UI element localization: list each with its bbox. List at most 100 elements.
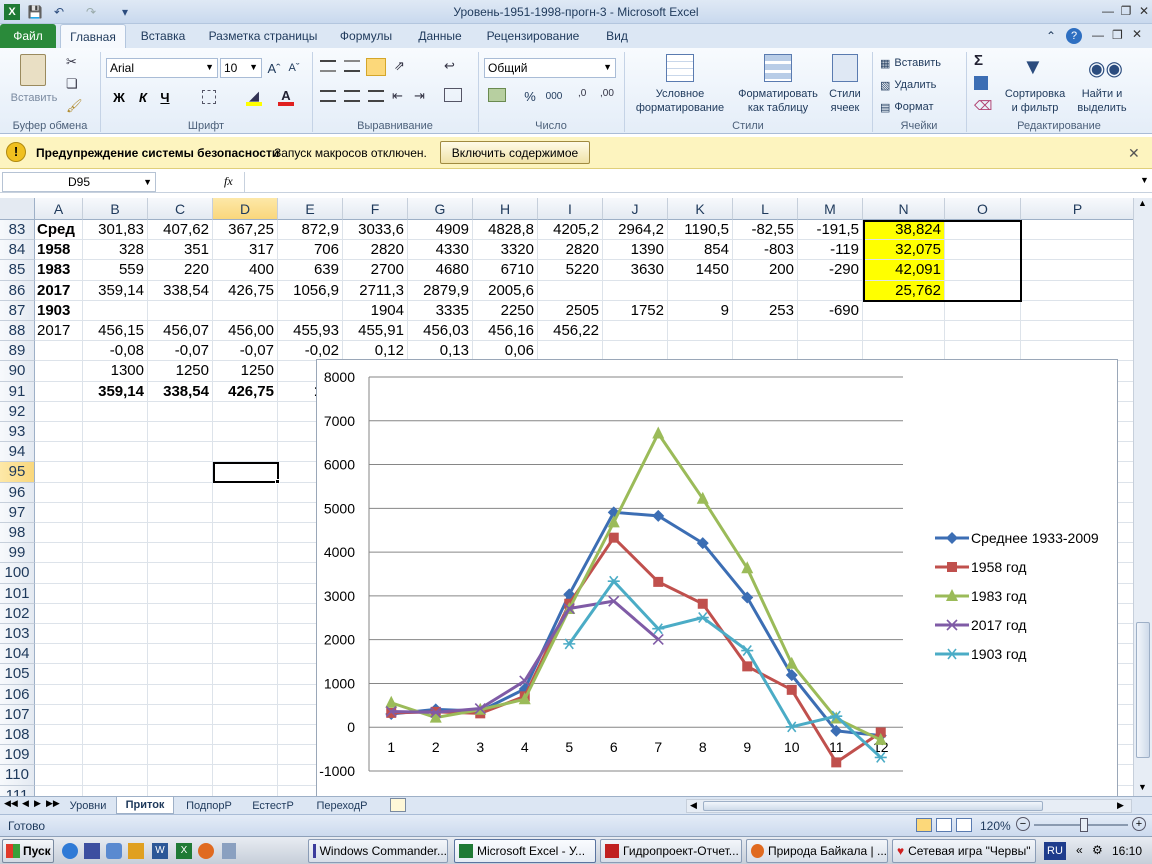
grid-cell[interactable] [213,523,278,544]
grid-cell[interactable] [213,725,278,746]
tab-file[interactable]: Файл [0,24,56,48]
grid-cell[interactable] [945,321,1021,342]
start-button[interactable]: Пуск [2,839,54,863]
grid-cell[interactable]: -290 [798,260,863,281]
grid-cell[interactable] [83,765,148,786]
align-top-icon[interactable] [320,60,336,72]
tab-insert[interactable]: Вставка [132,24,194,48]
close-warning-icon[interactable]: ✕ [1128,145,1140,162]
grid-cell[interactable] [148,704,213,725]
grid-cell[interactable] [35,563,83,584]
first-sheet-icon[interactable]: ◀◀ [4,798,18,809]
paste-button[interactable]: Вставить [8,52,60,108]
grid-cell[interactable] [213,765,278,786]
grid-cell[interactable]: 1250 [213,361,278,382]
row-header[interactable]: 100 [0,563,35,584]
grid-cell[interactable]: 317 [213,240,278,261]
row-header[interactable]: 108 [0,725,35,746]
horizontal-scrollbar[interactable]: ◀ ▶ [686,799,1132,813]
grid-cell[interactable] [1021,220,1135,241]
grid-cell[interactable] [83,704,148,725]
grid-cell[interactable]: 351 [148,240,213,261]
zoom-slider-thumb[interactable] [1080,818,1088,832]
row-header[interactable]: 92 [0,401,35,422]
grid-cell[interactable] [35,684,83,705]
grid-cell[interactable] [798,280,863,301]
grid-cell[interactable] [213,502,278,523]
active-cell[interactable] [213,462,279,483]
grid-cell[interactable] [83,523,148,544]
merge-center-icon[interactable] [444,88,462,102]
line-chart[interactable]: -1000 0 1000 2000 3000 4000 5000 6000 7000 8000 1 2… [317,360,1119,798]
quicklaunch-outlook-icon[interactable] [128,843,144,859]
insert-cells-button[interactable]: ▦ Вставить [880,54,960,72]
row-header[interactable]: 87 [0,300,35,321]
page-layout-view-icon[interactable] [936,818,952,832]
row-header[interactable]: 83 [0,220,35,241]
minimize-icon[interactable]: — [1098,2,1118,20]
grid-cell[interactable] [35,765,83,786]
grid-cell[interactable] [35,482,83,503]
quicklaunch-app-icon[interactable] [106,843,122,859]
grid-cell[interactable]: 455,91 [343,321,408,342]
grid-cell[interactable]: -82,55 [733,220,798,241]
grid-cell[interactable] [148,442,213,463]
format-as-table-button[interactable]: Форматировать как таблицу [734,50,822,114]
grid-cell[interactable] [148,482,213,503]
zoom-out-icon[interactable]: − [1016,817,1030,831]
row-header[interactable]: 88 [0,321,35,342]
increase-indent-icon[interactable]: ⇥ [414,88,425,104]
grid-cell[interactable] [213,704,278,725]
grid-cell[interactable]: 2700 [343,260,408,281]
grid-cell[interactable] [148,523,213,544]
grid-cell[interactable]: 559 [83,260,148,281]
grid-cell[interactable]: 456,03 [408,321,473,342]
grid-cell[interactable] [83,482,148,503]
conditional-format-button[interactable]: Условное форматирование [628,50,732,114]
row-header[interactable]: 102 [0,603,35,624]
align-left-icon[interactable] [320,90,336,102]
page-break-view-icon[interactable] [956,818,972,832]
grid-cell[interactable] [213,543,278,564]
row-header[interactable]: 84 [0,240,35,261]
grid-cell[interactable]: 2017 [35,280,83,301]
grid-cell[interactable]: 367,25 [213,220,278,241]
column-header[interactable]: D [213,198,278,220]
grid-cell[interactable]: 32,075 [863,240,945,261]
grid-cell[interactable]: 455,93 [278,321,343,342]
currency-icon[interactable] [488,88,506,102]
grid-cell[interactable]: 220 [148,260,213,281]
row-header[interactable]: 98 [0,523,35,544]
grid-cell[interactable] [213,583,278,604]
scroll-left-icon[interactable]: ◀ [690,800,697,811]
row-header[interactable]: 94 [0,442,35,463]
quicklaunch-firefox-icon[interactable] [198,843,214,859]
quicklaunch-ie-icon[interactable] [62,843,78,859]
number-format-combo[interactable]: Общий ▼ [484,58,616,78]
grid-cell[interactable] [35,725,83,746]
tab-home[interactable]: Главная [60,24,126,48]
grid-cell[interactable]: 1958 [35,240,83,261]
align-right-icon[interactable] [368,90,384,102]
grid-cell[interactable] [213,422,278,443]
grid-cell[interactable]: 456,16 [473,321,538,342]
grid-cell[interactable] [148,462,213,483]
borders-icon[interactable] [202,90,216,104]
scroll-down-icon[interactable]: ▼ [1138,782,1147,792]
align-bottom-icon[interactable] [366,58,386,76]
grid-cell[interactable]: 2017 [35,321,83,342]
grow-font-icon[interactable]: Aˆ [266,60,282,76]
delete-cells-button[interactable]: ▧ Удалить [880,76,960,94]
grid-cell[interactable] [83,745,148,766]
grid-cell[interactable] [278,300,343,321]
normal-view-icon[interactable] [916,818,932,832]
grid-cell[interactable]: 706 [278,240,343,261]
grid-cell[interactable]: 1450 [668,260,733,281]
thousands-button[interactable]: 000 [544,88,564,104]
grid-cell[interactable]: 1250 [148,361,213,382]
grid-cell[interactable] [733,280,798,301]
grid-cell[interactable]: 2879,9 [408,280,473,301]
grid-cell[interactable] [83,442,148,463]
grid-cell[interactable] [83,644,148,665]
grid-cell[interactable]: 456,22 [538,321,603,342]
